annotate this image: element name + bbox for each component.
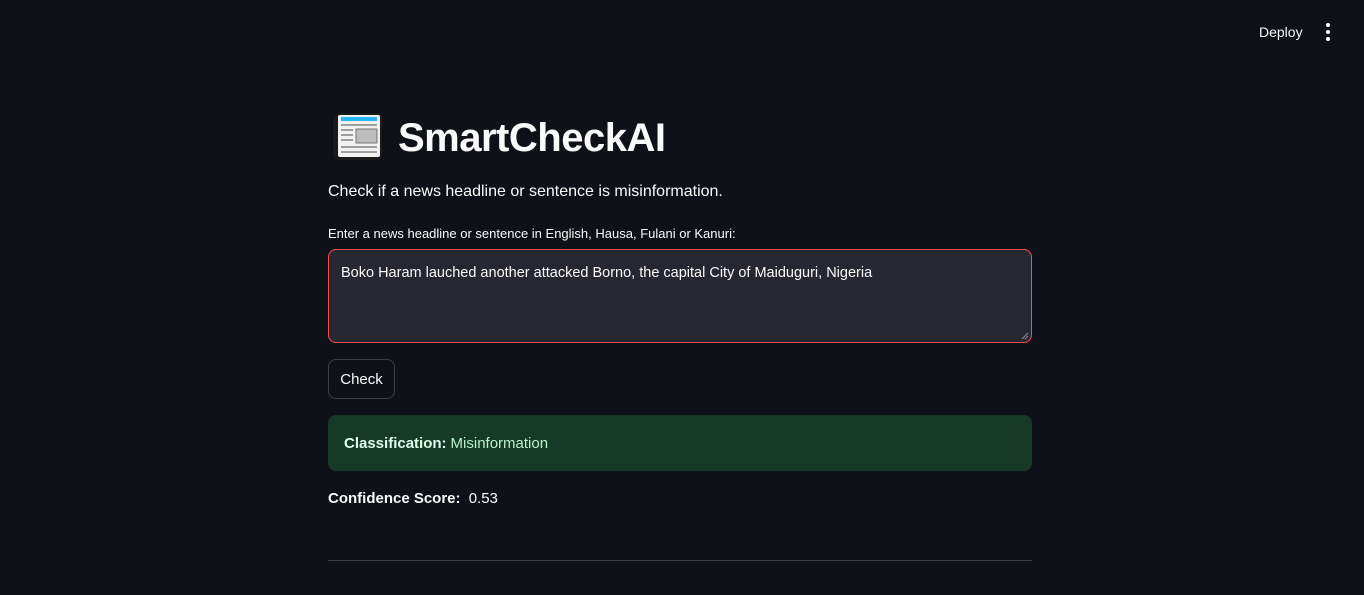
menu-dot <box>1326 23 1330 27</box>
divider <box>328 560 1032 561</box>
menu-dot <box>1326 37 1330 41</box>
confidence-value: 0.53 <box>468 490 498 507</box>
confidence-score: Confidence Score: 0.53 <box>328 490 498 507</box>
headline-input[interactable]: Boko Haram lauched another attacked Born… <box>329 250 1031 342</box>
headline-input-label: Enter a news headline or sentence in Eng… <box>328 226 736 241</box>
classification-value: Misinformation <box>450 434 549 452</box>
title-row: SmartCheckAI <box>332 110 666 166</box>
kebab-menu-icon[interactable] <box>1318 20 1338 44</box>
classification-label: Classification: <box>344 434 447 452</box>
headline-input-container: Boko Haram lauched another attacked Born… <box>328 249 1032 343</box>
app-header: Deploy <box>0 0 1364 60</box>
page-subtitle: Check if a news headline or sentence is … <box>328 183 723 200</box>
page-title: SmartCheckAI <box>398 115 666 160</box>
menu-dot <box>1326 30 1330 34</box>
resize-handle-icon[interactable] <box>1021 332 1029 340</box>
deploy-button[interactable]: Deploy <box>1249 21 1313 43</box>
classification-alert: Classification: Misinformation <box>328 415 1032 471</box>
confidence-label: Confidence Score: <box>328 490 461 507</box>
newspaper-icon <box>333 113 382 160</box>
check-button[interactable]: Check <box>328 359 395 399</box>
